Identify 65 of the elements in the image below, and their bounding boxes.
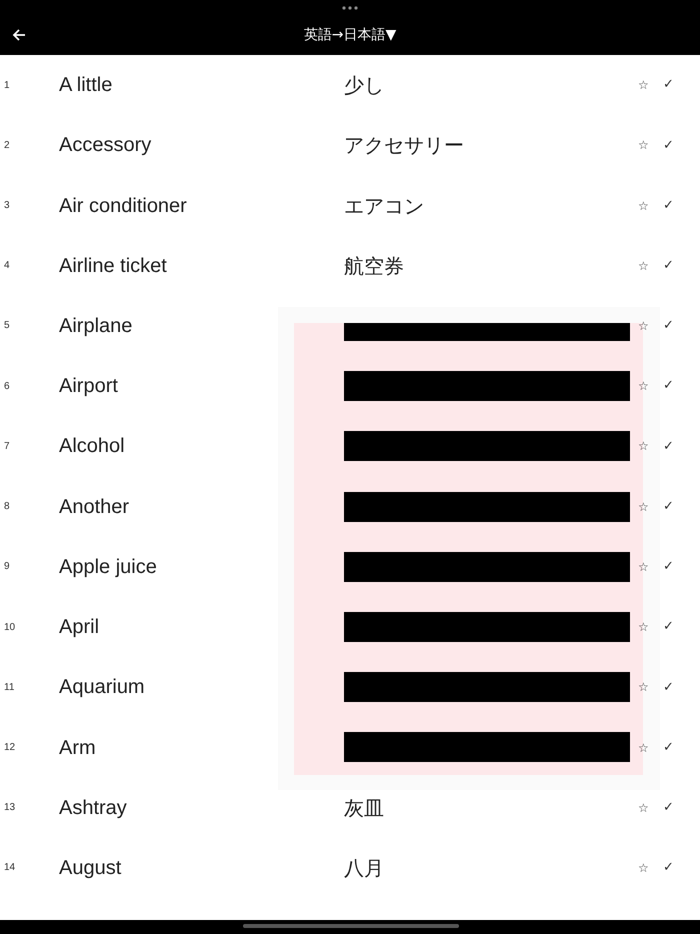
row-number: 11: [4, 680, 14, 695]
check-icon[interactable]: ✓: [663, 738, 674, 758]
row-number: 6: [4, 380, 10, 394]
check-icon[interactable]: ✓: [663, 376, 674, 396]
english-word: April: [59, 615, 100, 640]
check-icon[interactable]: ✓: [663, 798, 674, 818]
row-number: 7: [4, 440, 10, 454]
star-icon[interactable]: ☆: [638, 196, 649, 215]
japanese-word: 航空券: [344, 252, 404, 280]
row-number: 1: [4, 78, 10, 93]
english-word: A little: [59, 73, 112, 98]
row-number: 13: [4, 801, 16, 816]
japanese-word: アクセサリー: [344, 132, 464, 160]
star-icon[interactable]: ☆: [638, 798, 649, 817]
row-number: 2: [4, 138, 10, 153]
star-icon[interactable]: ☆: [638, 618, 649, 636]
star-icon[interactable]: ☆: [638, 558, 649, 576]
japanese-word: 八月: [344, 854, 384, 882]
check-icon[interactable]: ✓: [663, 75, 674, 95]
header-title[interactable]: 英語→日本語▼: [304, 25, 396, 46]
check-icon[interactable]: ✓: [663, 617, 674, 637]
japanese-word: 灰皿: [344, 794, 384, 822]
check-icon[interactable]: ✓: [663, 678, 674, 698]
row-number: 9: [4, 560, 10, 574]
japanese-word: エアコン: [344, 192, 424, 220]
check-icon[interactable]: ✓: [663, 557, 674, 577]
row-number: 4: [4, 259, 10, 274]
back-icon[interactable]: [12, 28, 26, 42]
star-icon[interactable]: ☆: [638, 498, 649, 516]
row-number: 10: [4, 620, 16, 635]
english-word: Arm: [59, 736, 96, 761]
english-word: Airplane: [59, 314, 132, 339]
english-word: Another: [59, 494, 130, 520]
english-word: Accessory: [59, 133, 152, 158]
star-icon[interactable]: ☆: [638, 316, 649, 335]
english-word: Ashtray: [59, 796, 127, 821]
english-word: August: [59, 856, 122, 881]
star-icon[interactable]: ☆: [638, 437, 649, 456]
star-icon[interactable]: ☆: [638, 256, 649, 275]
row-number: 14: [4, 861, 16, 876]
star-icon[interactable]: ☆: [638, 377, 649, 396]
check-icon[interactable]: ✓: [663, 436, 674, 456]
star-icon[interactable]: ☆: [638, 858, 649, 877]
check-icon[interactable]: ✓: [663, 316, 674, 336]
english-word: Alcohol: [59, 434, 125, 460]
check-icon[interactable]: ✓: [663, 196, 674, 216]
star-icon[interactable]: ☆: [638, 76, 649, 94]
row-number: 3: [4, 199, 10, 214]
check-icon[interactable]: ✓: [663, 136, 674, 156]
english-word: Airline ticket: [59, 254, 167, 279]
star-icon[interactable]: ☆: [638, 678, 649, 696]
row-number: 5: [4, 319, 10, 334]
english-word: Aquarium: [59, 675, 145, 700]
japanese-word: 少し: [344, 72, 384, 100]
star-icon[interactable]: ☆: [638, 738, 649, 757]
row-number: 12: [4, 741, 16, 756]
row-number: 8: [4, 500, 10, 514]
star-icon[interactable]: ☆: [638, 136, 649, 154]
english-word: Air conditioner: [59, 194, 187, 219]
check-icon[interactable]: ✓: [663, 496, 674, 516]
english-word: Airport: [59, 374, 118, 400]
check-icon[interactable]: ✓: [663, 256, 674, 276]
english-word: Apple juice: [59, 554, 157, 580]
more-icon[interactable]: [342, 6, 358, 10]
check-icon[interactable]: ✓: [663, 858, 674, 878]
